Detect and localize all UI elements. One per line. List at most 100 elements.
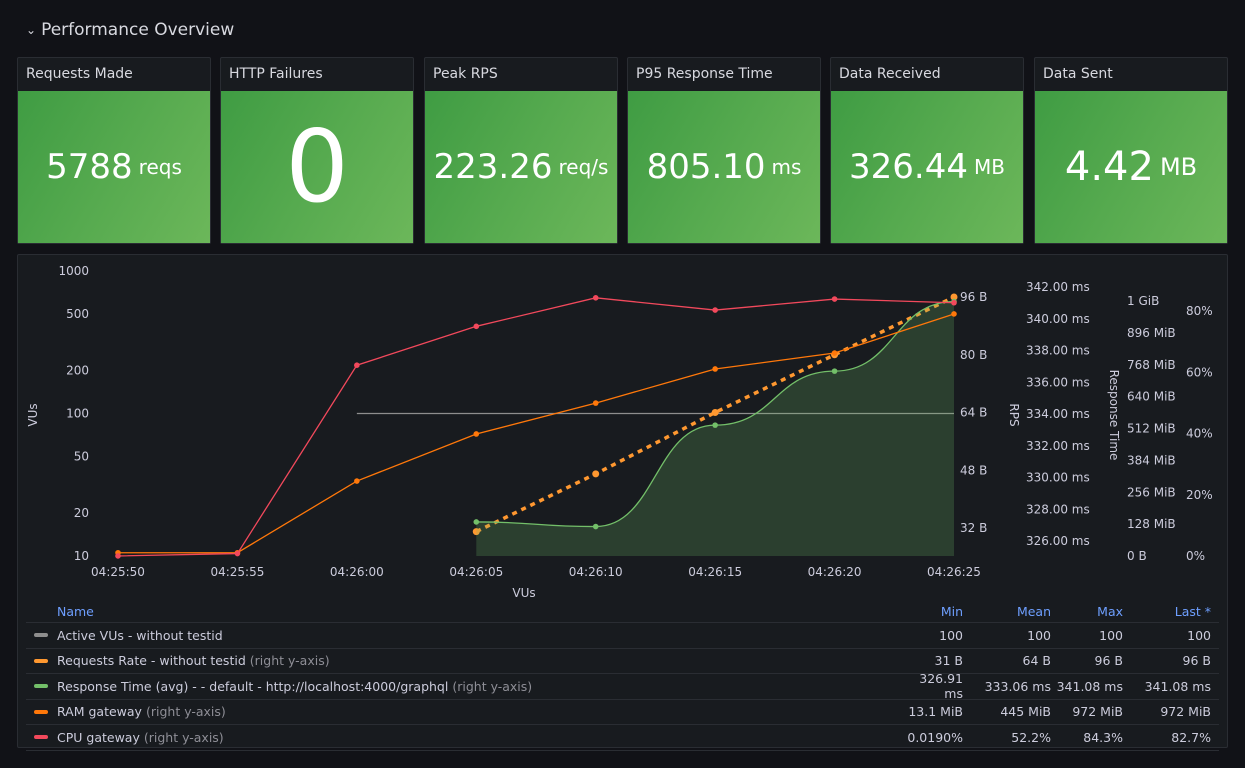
legend-header-name[interactable]: Name [26, 604, 903, 619]
row-title: Performance Overview [41, 20, 235, 40]
series-requests-rate-without-testid-point [711, 409, 719, 416]
series-max: 84.3% [1083, 729, 1123, 745]
y-tick-label-ram: 384 MiB [1127, 453, 1176, 467]
stat-panel-http-failures[interactable]: HTTP Failures 0 [220, 57, 414, 244]
y-axis-label-response: Response Time [1107, 370, 1121, 461]
series-mean: 100 [1027, 627, 1051, 643]
legend-row[interactable]: Response Time (avg) - - default - http:/… [26, 671, 1219, 701]
series-min: 100 [939, 627, 963, 643]
legend-series: RAM gateway (right y-axis) [26, 704, 903, 719]
series-color-swatch[interactable] [34, 684, 48, 689]
y-tick-label-response: 326.00 ms [1026, 534, 1090, 548]
series-ram-gateway-point [712, 366, 718, 372]
series-color-swatch[interactable] [34, 735, 48, 740]
legend-header-max[interactable]: Max [1051, 604, 1123, 619]
y-tick-label-rps: 32 B [960, 521, 987, 535]
stat-title: Data Received [839, 66, 941, 82]
stat-value: 5788 [46, 147, 133, 187]
y-tick-label-left: 50 [74, 449, 89, 463]
series-color-swatch[interactable] [34, 633, 48, 638]
stat-panel-requests-made[interactable]: Requests Made 5788 reqs [17, 57, 211, 244]
legend-header-mean[interactable]: Mean [963, 604, 1051, 619]
legend-row[interactable]: Requests Rate - without testid (right y-… [26, 649, 1219, 674]
series-ram-gateway-point [951, 311, 957, 317]
y-tick-label-left: 10 [74, 549, 89, 563]
stat-panel-p95-response-time[interactable]: P95 Response Time 805.10 ms [627, 57, 821, 244]
y-tick-label-ram: 1 GiB [1127, 294, 1159, 308]
series-cpu-gateway-point [712, 307, 718, 313]
y-tick-label-left: 100 [66, 407, 89, 421]
x-tick-label: 04:26:00 [330, 565, 384, 579]
y-tick-label-response: 340.00 ms [1026, 312, 1090, 326]
stat-panel-data-received[interactable]: Data Received 326.44 MB [830, 57, 1024, 244]
stat-value: 4.42 [1064, 144, 1154, 190]
stat-title: Requests Made [26, 66, 133, 82]
legend-header-min[interactable]: Min [903, 604, 963, 619]
stat-unit: req/s [558, 155, 609, 179]
stat-value-area: 5788 reqs [18, 91, 210, 243]
legend-series: Active VUs - without testid [26, 628, 903, 643]
y-tick-label-response: 336.00 ms [1026, 375, 1090, 389]
series-last: 96 B [1182, 653, 1211, 669]
stat-value: 805.10 [646, 147, 766, 187]
y-tick-label-response: 330.00 ms [1026, 471, 1090, 485]
series-ram-gateway-point [831, 350, 838, 356]
y-tick-label-response: 328.00 ms [1026, 502, 1090, 516]
legend-table: Name Min Mean Max Last * Active VUs - wi… [26, 600, 1219, 751]
y-axis-label-rps: RPS [1007, 403, 1021, 426]
y-tick-label-response: 332.00 ms [1026, 439, 1090, 453]
y-tick-label-left: 200 [66, 364, 89, 378]
series-name[interactable]: Response Time (avg) - - default - http:/… [57, 679, 448, 694]
x-tick-label: 04:25:55 [210, 565, 264, 579]
series-max: 100 [1099, 627, 1123, 643]
legend-header-last[interactable]: Last * [1123, 604, 1219, 619]
series-name[interactable]: Active VUs - without testid [57, 628, 223, 643]
stat-title: HTTP Failures [229, 66, 323, 82]
series-cpu-gateway-point [115, 553, 121, 559]
stat-value-area: 223.26 req/s [425, 91, 617, 243]
series-response-time-avg-default-http-point [712, 422, 718, 428]
series-cpu-gateway-point [951, 299, 957, 306]
axis-note: (right y-axis) [145, 704, 226, 720]
series-ram-gateway-point [592, 400, 599, 406]
stat-value: 223.26 [433, 147, 553, 187]
legend-row[interactable]: CPU gateway (right y-axis) 0.0190% 52.2%… [26, 725, 1219, 751]
y-tick-label-cpu: 0% [1186, 549, 1205, 563]
stat-value: 326.44 [849, 147, 968, 187]
series-color-swatch[interactable] [34, 658, 48, 663]
series-last: 341.08 ms [1144, 678, 1211, 694]
series-name[interactable]: CPU gateway [57, 730, 140, 745]
series-response-time-avg-default-http-point [473, 519, 480, 525]
series-cpu-gateway-point [354, 362, 360, 369]
stat-panel-peak-rps[interactable]: Peak RPS 223.26 req/s [424, 57, 618, 244]
stat-unit: reqs [138, 155, 182, 179]
legend-header: Name Min Mean Max Last * [26, 600, 1219, 623]
stat-title: P95 Response Time [636, 66, 773, 82]
series-name[interactable]: Requests Rate - without testid [57, 653, 246, 668]
y-tick-label-response: 342.00 ms [1026, 280, 1090, 294]
stat-value: 0 [285, 108, 349, 225]
series-color-swatch[interactable] [34, 709, 48, 714]
y-tick-label-ram: 640 MiB [1127, 390, 1176, 404]
chevron-down-icon: ⌄ [26, 23, 37, 37]
stat-unit: MB [973, 155, 1005, 179]
axis-note: (right y-axis) [249, 653, 330, 669]
series-response-time-avg-default-http-point [592, 523, 599, 530]
stat-value-area: 326.44 MB [831, 91, 1023, 243]
series-name[interactable]: RAM gateway [57, 704, 142, 719]
y-tick-label-left: 500 [66, 307, 89, 321]
series-min: 0.0190% [907, 729, 963, 745]
series-requests-rate-without-testid-point [592, 470, 600, 478]
stat-panel-data-sent[interactable]: Data Sent 4.42 MB [1034, 57, 1228, 244]
series-cpu-gateway-point [592, 295, 599, 301]
series-ram-gateway-point [473, 431, 480, 437]
row-collapse-toggle[interactable]: ⌄ Performance Overview [26, 20, 234, 40]
series-cpu-gateway-point [234, 550, 241, 557]
legend-row[interactable]: RAM gateway (right y-axis) 13.1 MiB 445 … [26, 700, 1219, 725]
series-max: 96 B [1094, 653, 1123, 669]
y-tick-label-ram: 896 MiB [1127, 326, 1176, 340]
legend-series: Response Time (avg) - - default - http:/… [26, 679, 903, 694]
x-tick-label: 04:26:05 [449, 565, 503, 579]
legend-row[interactable]: Active VUs - without testid 100 100 100 … [26, 623, 1219, 649]
stat-title: Data Sent [1043, 66, 1113, 82]
